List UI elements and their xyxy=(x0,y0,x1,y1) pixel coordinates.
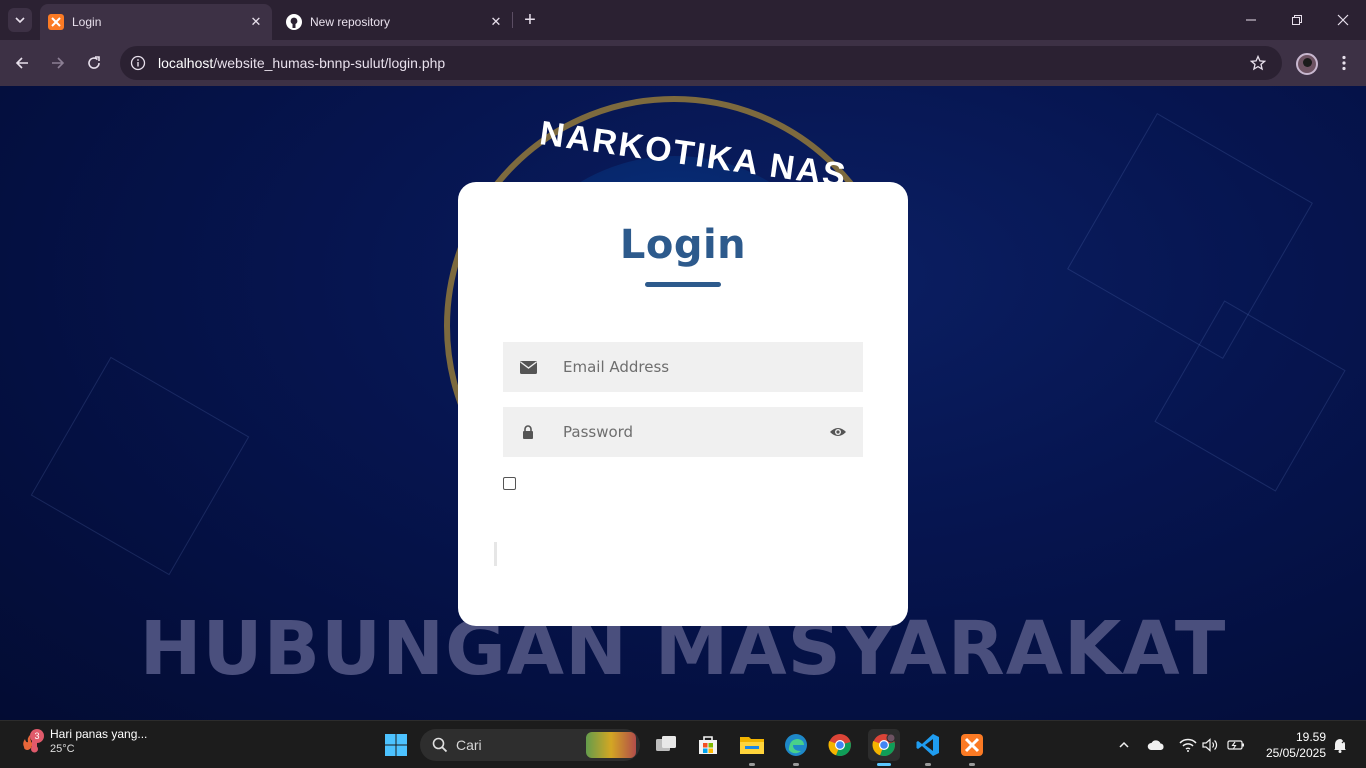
edge-icon xyxy=(785,734,807,756)
background-hex-decoration xyxy=(30,356,250,576)
address-bar[interactable]: localhost/website_humas-bnnp-sulut/login… xyxy=(120,46,1282,80)
back-button[interactable] xyxy=(8,49,36,77)
minimize-icon xyxy=(1246,19,1256,21)
cloud-icon xyxy=(1147,740,1164,750)
arrow-right-icon xyxy=(52,57,65,69)
notifications-button[interactable] xyxy=(1328,733,1352,757)
close-icon[interactable]: ✕ xyxy=(246,12,266,32)
url-path: /website_humas-bnnp-sulut/login.php xyxy=(213,55,446,71)
weather-badge: 3 xyxy=(30,729,44,743)
folder-icon xyxy=(740,737,764,754)
system-clock[interactable]: 19.59 25/05/2025 xyxy=(1256,729,1326,761)
minimize-button[interactable] xyxy=(1228,0,1274,40)
wifi-icon xyxy=(1179,738,1197,752)
password-field xyxy=(503,407,863,457)
close-window-button[interactable] xyxy=(1320,0,1366,40)
volume-button[interactable] xyxy=(1198,733,1222,757)
xampp-icon xyxy=(48,14,64,30)
chevron-down-icon xyxy=(15,17,25,24)
site-info-icon[interactable] xyxy=(128,53,148,73)
taskbar-search[interactable]: Cari xyxy=(420,729,640,761)
browser-menu-button[interactable] xyxy=(1332,51,1356,75)
speaker-icon xyxy=(1202,738,1218,752)
file-explorer-button[interactable] xyxy=(736,729,768,766)
weather-temperature: 25°C xyxy=(50,743,75,755)
text-caret xyxy=(494,542,497,566)
url-host: localhost xyxy=(158,55,214,71)
windows-logo-icon xyxy=(385,734,407,756)
running-indicator xyxy=(925,763,931,766)
running-indicator xyxy=(793,763,799,766)
restore-icon xyxy=(1292,15,1302,25)
active-indicator xyxy=(877,763,891,766)
forward-button[interactable] xyxy=(44,49,72,77)
remember-checkbox[interactable] xyxy=(503,477,516,490)
microsoft-store-icon xyxy=(699,736,717,754)
clock-time: 19.59 xyxy=(1295,730,1326,744)
microsoft-store-button[interactable] xyxy=(692,729,724,761)
bell-icon xyxy=(1334,738,1347,753)
eye-icon[interactable] xyxy=(813,407,863,457)
email-input[interactable] xyxy=(553,342,863,392)
thermometer-icon: 3 xyxy=(18,729,44,755)
login-card: Login xyxy=(458,182,908,626)
title-underline xyxy=(645,282,721,287)
wifi-button[interactable] xyxy=(1176,733,1200,757)
running-indicator xyxy=(749,763,755,766)
taskbar: 3 Hari panas yang... 25°C Cari 19.59 25/… xyxy=(0,720,1366,768)
profile-avatar[interactable] xyxy=(1296,53,1318,75)
restore-button[interactable] xyxy=(1274,0,1320,40)
url-text[interactable]: localhost/website_humas-bnnp-sulut/login… xyxy=(158,55,1244,71)
tab-title: New repository xyxy=(310,15,391,29)
password-input[interactable] xyxy=(553,407,813,457)
chevron-up-icon xyxy=(1119,741,1129,748)
tab-title: Login xyxy=(72,15,102,29)
onedrive-button[interactable] xyxy=(1144,733,1168,757)
task-view-button[interactable] xyxy=(650,729,682,761)
clock-date: 25/05/2025 xyxy=(1265,746,1326,760)
reload-icon xyxy=(88,56,100,69)
xampp-button[interactable] xyxy=(956,729,988,766)
weather-description: Hari panas yang... xyxy=(50,727,148,741)
xampp-icon xyxy=(961,734,983,756)
tab-login[interactable]: Login ✕ xyxy=(40,4,272,40)
start-button[interactable] xyxy=(380,729,412,761)
edge-button[interactable] xyxy=(780,729,812,766)
page-viewport: NARKOTIKA NAS HUBUNGAN MASYARAKAT Login xyxy=(0,86,1366,720)
bookmark-star-icon[interactable] xyxy=(1244,49,1272,77)
battery-button[interactable] xyxy=(1224,733,1248,757)
tab-separator xyxy=(512,12,513,28)
search-icon xyxy=(430,735,450,755)
envelope-icon xyxy=(503,342,553,392)
chrome-profile-button[interactable] xyxy=(868,729,900,766)
chrome-icon xyxy=(872,733,896,757)
browser-toolbar: localhost/website_humas-bnnp-sulut/login… xyxy=(0,40,1366,86)
running-indicator xyxy=(969,763,975,766)
github-icon xyxy=(286,14,302,30)
close-icon xyxy=(1337,14,1349,26)
vscode-icon xyxy=(916,734,939,756)
more-vertical-icon xyxy=(1342,55,1346,71)
vscode-button[interactable] xyxy=(912,729,944,766)
search-highlight-image xyxy=(586,732,636,758)
battery-icon xyxy=(1227,740,1244,750)
background-hex-decoration xyxy=(1067,113,1313,359)
email-field xyxy=(503,342,863,392)
lock-icon xyxy=(503,407,553,457)
reload-button[interactable] xyxy=(80,49,108,77)
chrome-icon xyxy=(828,734,851,757)
search-placeholder: Cari xyxy=(456,737,482,753)
close-icon[interactable]: ✕ xyxy=(486,12,506,32)
tab-new-repository[interactable]: New repository ✕ xyxy=(278,4,512,40)
tab-search-button[interactable] xyxy=(8,8,32,32)
browser-tab-strip: Login ✕ New repository ✕ + xyxy=(0,0,1366,40)
show-hidden-icons-button[interactable] xyxy=(1112,733,1136,757)
weather-widget[interactable]: 3 Hari panas yang... 25°C xyxy=(18,727,147,757)
task-view-icon xyxy=(656,736,676,751)
new-tab-button[interactable]: + xyxy=(518,8,542,32)
chrome-button[interactable] xyxy=(824,729,856,761)
login-title: Login xyxy=(619,222,747,268)
arrow-left-icon xyxy=(15,57,28,69)
